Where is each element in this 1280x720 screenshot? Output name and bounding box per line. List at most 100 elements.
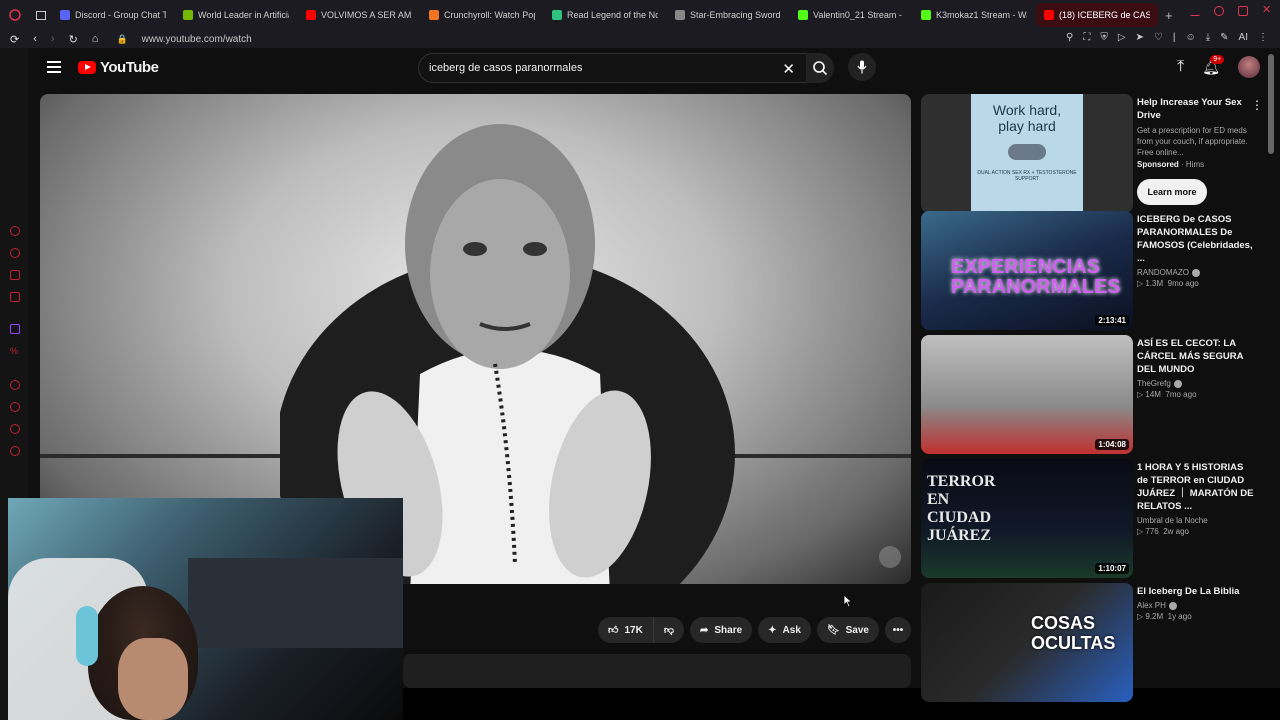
sidebar-icon-4[interactable] bbox=[10, 292, 20, 302]
channel-name[interactable]: Alex PH bbox=[1137, 601, 1166, 610]
browser-tab[interactable]: Star-Embracing Swordma bbox=[667, 3, 789, 27]
channel-name[interactable]: Umbral de la Noche bbox=[1137, 516, 1208, 525]
play-icon[interactable]: ▷ bbox=[1118, 32, 1126, 43]
browser-tab[interactable]: World Leader in Artificial bbox=[175, 3, 297, 27]
sidebar-icon-1[interactable] bbox=[10, 226, 20, 236]
tab-list-icon[interactable] bbox=[30, 0, 52, 30]
video-title[interactable]: 1 HORA Y 5 HISTORIAS de TERROR en CIUDAD… bbox=[1137, 461, 1257, 513]
ask-label: Ask bbox=[782, 624, 801, 636]
video-duration: 1:04:08 bbox=[1095, 439, 1129, 450]
video-meta: ▷ 9.2M 1y ago bbox=[1137, 612, 1192, 621]
browser-tab[interactable]: Valentin0_21 Stream - Wa bbox=[790, 3, 912, 27]
ad-sponsored-line: Sponsored · Hims bbox=[1137, 160, 1205, 169]
notification-badge: 9+ bbox=[1210, 54, 1225, 64]
download-icon[interactable]: ⤓ bbox=[1206, 32, 1210, 43]
video-title[interactable]: El Iceberg De La Biblia bbox=[1137, 585, 1257, 598]
voice-search-button[interactable] bbox=[848, 53, 876, 81]
twitch-icon[interactable] bbox=[10, 324, 20, 334]
video-thumbnail[interactable]: TERROR EN CIUDAD JUÁREZ 1:10:07 bbox=[921, 459, 1133, 578]
settings-icon[interactable] bbox=[10, 446, 20, 456]
channel-name[interactable]: TheGrefg bbox=[1137, 379, 1171, 388]
clear-search-icon[interactable]: ✕ bbox=[782, 60, 795, 78]
menu-icon[interactable] bbox=[47, 61, 61, 73]
video-title[interactable]: ASÍ ES EL CECOT: LA CÁRCEL MÁS SEGURA DE… bbox=[1137, 337, 1257, 376]
browser-tab[interactable]: K3mokaz1 Stream - Watc bbox=[913, 3, 1035, 27]
channel-watermark-icon[interactable] bbox=[879, 546, 901, 568]
like-button[interactable]: 👍︎ 17K bbox=[598, 617, 654, 643]
minimize-icon[interactable] bbox=[1190, 6, 1200, 16]
ai-icon[interactable]: AI bbox=[1239, 32, 1248, 43]
channel-name[interactable]: RANDOMAZO bbox=[1137, 268, 1189, 277]
browser-menu-icon[interactable] bbox=[0, 0, 30, 30]
recommendation-card[interactable]: EXPERIENCIAS PARANORMALES 2:13:41 ICEBERG … bbox=[921, 211, 1266, 331]
extensions-icon[interactable]: ✎ bbox=[1220, 32, 1228, 43]
clock-icon[interactable] bbox=[10, 402, 20, 412]
video-thumbnail[interactable]: EXPERIENCIAS PARANORMALES 2:13:41 bbox=[921, 211, 1133, 330]
notifications-button[interactable]: 🔔︎ 9+ bbox=[1202, 54, 1225, 76]
browser-tab[interactable]: Crunchyroll: Watch Popul bbox=[421, 3, 543, 27]
upload-icon[interactable]: ⤒ bbox=[1177, 58, 1184, 76]
browser-tab[interactable]: VOLVIMOS A SER AMIGU bbox=[298, 3, 420, 27]
lock-icon[interactable]: 🔒 bbox=[116, 34, 127, 45]
more-actions-button[interactable]: ••• bbox=[884, 617, 911, 643]
screenshot-icon[interactable]: ⛶ bbox=[1083, 32, 1090, 43]
save-button[interactable]: 🔖︎ Save bbox=[816, 617, 879, 643]
channel-line: Umbral de la Noche bbox=[1137, 516, 1257, 525]
tab-label: K3mokaz1 Stream - Watc bbox=[936, 10, 1027, 20]
close-window-icon[interactable]: ✕ bbox=[1262, 5, 1272, 16]
browser-tab[interactable]: (18) ICEBERG de CASOS P bbox=[1036, 3, 1158, 27]
search-tabs-icon[interactable] bbox=[1214, 6, 1224, 16]
url-field[interactable]: www.youtube.com/watch bbox=[142, 34, 252, 45]
search-button[interactable] bbox=[806, 53, 834, 83]
more-icon[interactable]: ⋮ bbox=[1258, 32, 1268, 43]
tab-favicon-icon bbox=[1044, 10, 1054, 20]
heart-icon[interactable]: ♡ bbox=[1154, 32, 1163, 43]
video-thumbnail[interactable]: 1:04:08 bbox=[921, 335, 1133, 454]
forward-icon[interactable]: › bbox=[51, 33, 55, 46]
back-icon[interactable]: ‹ bbox=[33, 33, 37, 46]
learn-more-button[interactable]: Learn more bbox=[1137, 179, 1207, 205]
sidebar-icon-6[interactable]: % bbox=[10, 346, 20, 356]
headset-icon bbox=[76, 606, 98, 666]
tab-favicon-icon bbox=[306, 10, 316, 20]
sidebar-icon-7[interactable] bbox=[10, 380, 20, 390]
ad-thumbnail[interactable]: Work hard, play hard DUAL ACTION SEX RX … bbox=[921, 94, 1133, 213]
search-input[interactable] bbox=[429, 62, 769, 74]
scrollbar[interactable] bbox=[1268, 54, 1274, 154]
ad-card[interactable]: Work hard, play hard DUAL ACTION SEX RX … bbox=[921, 94, 1266, 214]
tab-label: Star-Embracing Swordma bbox=[690, 10, 781, 20]
sidebar-icon-3[interactable] bbox=[10, 270, 20, 280]
verified-icon bbox=[1168, 601, 1177, 610]
video-meta: ▷ 1.3M 9mo ago bbox=[1137, 279, 1199, 288]
recommendation-card[interactable]: 1:04:08 ASÍ ES EL CECOT: LA CÁRCEL MÁS SE… bbox=[921, 335, 1266, 455]
ask-button[interactable]: ✦ Ask bbox=[758, 617, 811, 643]
recommendation-card[interactable]: COSAS OCULTAS El Iceberg De La Biblia Alex… bbox=[921, 583, 1266, 703]
ad-menu-icon[interactable]: ⋮ bbox=[1251, 98, 1263, 112]
share-icon: ➦ bbox=[699, 624, 709, 636]
shield-icon[interactable]: ⛨ bbox=[1100, 32, 1108, 43]
home-icon[interactable]: ⌂ bbox=[92, 33, 99, 46]
refresh-icon[interactable]: ↻ bbox=[69, 33, 78, 46]
browser-tab[interactable]: Read Legend of the North bbox=[544, 3, 666, 27]
browser-tab[interactable]: Discord - Group Chat Tha bbox=[52, 3, 174, 27]
profile-icon[interactable]: ☺ bbox=[1186, 32, 1196, 43]
description-box[interactable] bbox=[403, 654, 911, 688]
maximize-icon[interactable] bbox=[1238, 6, 1248, 16]
sidebar-icon-2[interactable] bbox=[10, 248, 20, 258]
view-count: 9.2M bbox=[1145, 612, 1164, 621]
pin-icon[interactable]: ⚲ bbox=[1066, 32, 1073, 43]
avatar[interactable] bbox=[1238, 56, 1260, 78]
send-icon[interactable]: ➤ bbox=[1136, 32, 1144, 43]
youtube-logo[interactable]: YouTube bbox=[78, 59, 159, 76]
video-thumbnail[interactable]: COSAS OCULTAS bbox=[921, 583, 1133, 702]
dislike-button[interactable]: 👎︎ bbox=[653, 617, 684, 643]
tab-label: (18) ICEBERG de CASOS P bbox=[1059, 10, 1150, 20]
ad-title[interactable]: Help Increase Your Sex Drive bbox=[1137, 96, 1257, 122]
youtube-play-icon bbox=[78, 61, 96, 74]
reload-icon[interactable]: ⟳ bbox=[10, 33, 19, 46]
share-button[interactable]: ➦ Share bbox=[689, 617, 753, 643]
new-tab-button[interactable]: + bbox=[1159, 8, 1179, 23]
video-title[interactable]: ICEBERG De CASOS PARANORMALES De FAMOSOS… bbox=[1137, 213, 1257, 265]
recommendation-card[interactable]: TERROR EN CIUDAD JUÁREZ 1:10:07 1 HORA Y 5… bbox=[921, 459, 1266, 579]
sidebar-icon-9[interactable] bbox=[10, 424, 20, 434]
